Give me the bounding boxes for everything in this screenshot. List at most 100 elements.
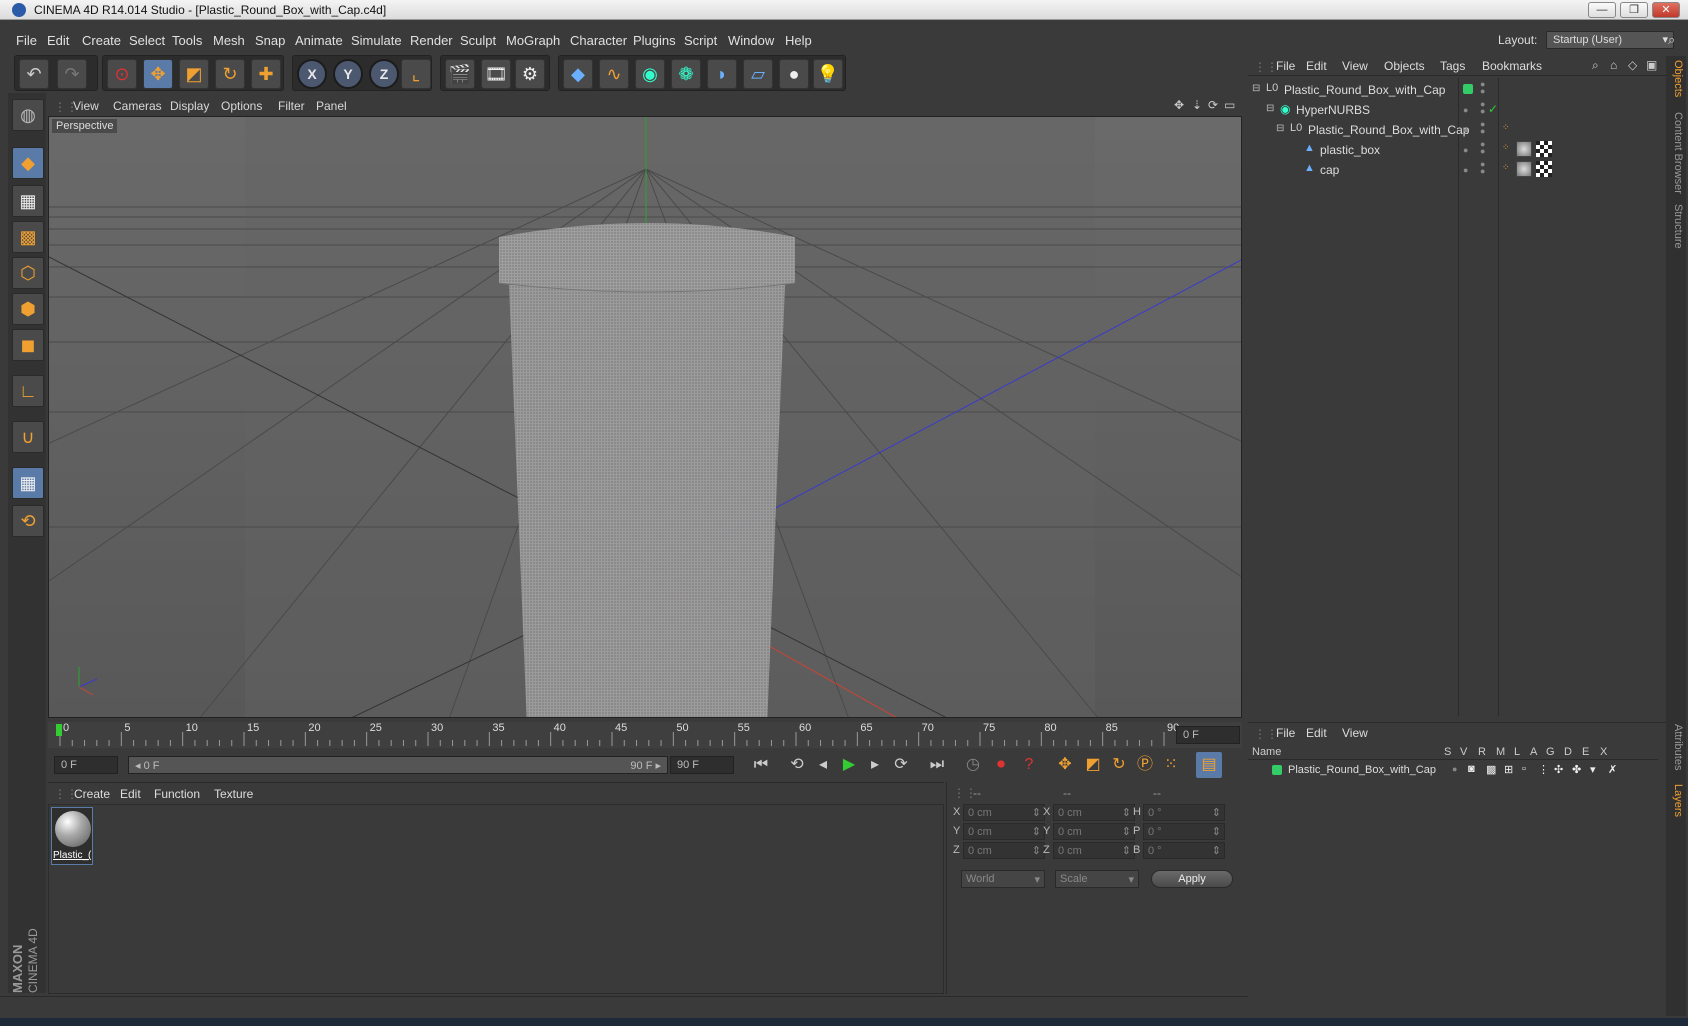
key-pla-icon[interactable]: ⁙: [1158, 752, 1184, 778]
generators-icon[interactable]: ✣: [1554, 763, 1563, 776]
layer-dot-icon[interactable]: ●: [1463, 165, 1468, 175]
stepper-arrows-icon[interactable]: ⇕: [1032, 844, 1041, 857]
start-frame-field[interactable]: 0 F: [54, 756, 118, 774]
view-eye-icon[interactable]: ◙: [1468, 763, 1475, 775]
render-settings-icon[interactable]: ⚙: [515, 59, 545, 89]
object-menu-file[interactable]: File: [1276, 59, 1295, 73]
menu-simulate[interactable]: Simulate: [351, 33, 402, 48]
coord-field[interactable]: 0 ° ⇕: [1143, 823, 1225, 840]
menu-create[interactable]: Create: [82, 33, 121, 48]
material-menu-function[interactable]: Function: [154, 787, 200, 801]
coord-field[interactable]: 0 cm ⇕: [963, 842, 1045, 859]
layer-column-a[interactable]: A: [1530, 746, 1537, 758]
y-axis-icon[interactable]: Y: [333, 59, 363, 89]
workplane-icon[interactable]: ▩: [12, 221, 44, 253]
lock-icon[interactable]: ▫: [1522, 763, 1526, 775]
texture-mode-icon[interactable]: ▦: [12, 185, 44, 217]
mograph-cloner-icon[interactable]: ❁: [671, 59, 701, 89]
menu-sculpt[interactable]: Sculpt: [460, 33, 496, 48]
floor-icon[interactable]: ▱: [743, 59, 773, 89]
menu-render[interactable]: Render: [410, 33, 453, 48]
visibility-dots-icon[interactable]: ● ●: [1480, 100, 1485, 116]
object-menu-objects[interactable]: Objects: [1384, 59, 1425, 73]
rotate-tool-icon[interactable]: ↻: [215, 59, 245, 89]
menu-select[interactable]: Select: [129, 33, 165, 48]
viewport-move-icon[interactable]: ✥: [1174, 98, 1184, 112]
layer-menu-view[interactable]: View: [1342, 726, 1368, 740]
deformer-icon[interactable]: ◗: [707, 59, 737, 89]
stepper-arrows-icon[interactable]: ⇕: [1032, 825, 1041, 838]
points-mode-icon[interactable]: ⬡: [12, 257, 44, 289]
phong-tag-icon[interactable]: ⁘: [1502, 122, 1510, 133]
current-frame-field[interactable]: 0 F: [1176, 726, 1240, 744]
collapse-icon[interactable]: ⊟: [1266, 103, 1274, 114]
search-icon[interactable]: ⌕: [1592, 58, 1599, 73]
viewport-menu-filter[interactable]: Filter: [278, 99, 305, 113]
play-icon[interactable]: ▶: [836, 752, 862, 778]
layer-column-name[interactable]: Name: [1252, 746, 1281, 758]
edges-mode-icon[interactable]: ⬢: [12, 293, 44, 325]
spline-icon[interactable]: ∿: [599, 59, 629, 89]
loop-forward-icon[interactable]: ⟳: [888, 752, 914, 778]
key-scale-icon[interactable]: ◩: [1080, 752, 1106, 778]
menu-character[interactable]: Character: [570, 33, 627, 48]
object-row[interactable]: ⊟ ◉ HyperNURBS ● ● ● ✓: [1248, 100, 1666, 120]
new-window-icon[interactable]: ▣: [1646, 58, 1657, 72]
z-axis-icon[interactable]: Z: [369, 59, 399, 89]
layer-dot-icon[interactable]: ●: [1463, 145, 1468, 155]
layer-column-r[interactable]: R: [1478, 746, 1486, 758]
home-icon[interactable]: ⌂: [1610, 58, 1617, 72]
stepper-arrows-icon[interactable]: ⇕: [1212, 825, 1221, 838]
coord-field[interactable]: 0 ° ⇕: [1143, 804, 1225, 821]
coord-field[interactable]: 0 ° ⇕: [1143, 842, 1225, 859]
axis-mode-icon[interactable]: ∟: [12, 375, 44, 407]
viewport-zoom-icon[interactable]: ⇣: [1192, 98, 1202, 112]
polygons-mode-icon[interactable]: ◼: [12, 329, 44, 361]
menu-help[interactable]: Help: [785, 33, 812, 48]
model-mode-icon[interactable]: ◆: [12, 147, 44, 179]
key-parameter-icon[interactable]: Ⓟ: [1132, 752, 1158, 778]
up-icon[interactable]: ◇: [1628, 58, 1637, 72]
object-row[interactable]: ⊟ L0 Plastic_Round_Box_with_Cap ● ● ● ⁘: [1248, 120, 1666, 140]
key-rotation-icon[interactable]: ↻: [1106, 752, 1132, 778]
world-mode-select[interactable]: World ▾: [961, 870, 1045, 888]
visibility-dots-icon[interactable]: ● ●: [1480, 140, 1485, 156]
collapse-icon[interactable]: ⊟: [1276, 123, 1284, 134]
stepper-arrows-icon[interactable]: ⇕: [1122, 806, 1131, 819]
visibility-dots-icon[interactable]: ● ●: [1480, 160, 1485, 176]
layer-menu-file[interactable]: File: [1276, 726, 1295, 740]
layer-column-x[interactable]: X: [1600, 746, 1607, 758]
menu-animate[interactable]: Animate: [295, 33, 343, 48]
stepper-arrows-icon[interactable]: ⇕: [1212, 806, 1221, 819]
minimize-button[interactable]: —: [1588, 2, 1616, 18]
menu-edit[interactable]: Edit: [47, 33, 69, 48]
tab-content-browser[interactable]: Content Browser: [1668, 112, 1684, 194]
uvw-tag-icon[interactable]: [1536, 141, 1552, 157]
maximize-button[interactable]: ❐: [1620, 2, 1648, 18]
layer-color-swatch[interactable]: [1272, 765, 1282, 775]
layer-row[interactable]: Plastic_Round_Box_with_Cap ● ◙ ▩ ⊞ ▫ ⋮ ✣…: [1248, 762, 1658, 780]
viewport-menu-options[interactable]: Options: [221, 99, 262, 113]
coord-field[interactable]: 0 cm ⇕: [1053, 842, 1135, 859]
material-menu-texture[interactable]: Texture: [214, 787, 253, 801]
coordinate-system-icon[interactable]: ⌞: [401, 59, 431, 89]
viewport-menu-panel[interactable]: Panel: [316, 99, 347, 113]
stepper-arrows-icon[interactable]: ⇕: [1122, 825, 1131, 838]
layer-dot-icon[interactable]: ●: [1463, 105, 1468, 115]
menu-snap[interactable]: Snap: [255, 33, 285, 48]
visibility-dots-icon[interactable]: ● ●: [1480, 120, 1485, 136]
stepper-arrows-icon[interactable]: ⇕: [1032, 806, 1041, 819]
tab-attributes[interactable]: Attributes: [1668, 724, 1684, 770]
menu-mograph[interactable]: MoGraph: [506, 33, 560, 48]
go-to-end-icon[interactable]: ⏭: [924, 752, 950, 778]
locked-workplane-icon[interactable]: ▦: [12, 467, 44, 499]
menu-window[interactable]: Window: [728, 33, 774, 48]
loop-icon[interactable]: ⟲: [784, 752, 810, 778]
object-menu-bookmarks[interactable]: Bookmarks: [1482, 59, 1542, 73]
timeline-ruler[interactable]: 0 5 10 15 20 25 30 35 40 45 50 55 60 65 70 75 80 85 90 0 F: [48, 722, 1242, 748]
coord-field[interactable]: 0 cm ⇕: [963, 804, 1045, 821]
object-menu-tags[interactable]: Tags: [1440, 59, 1465, 73]
scale-mode-select[interactable]: Scale ▾: [1055, 870, 1139, 888]
layer-column-s[interactable]: S: [1444, 746, 1451, 758]
nurbs-icon[interactable]: ◉: [635, 59, 665, 89]
